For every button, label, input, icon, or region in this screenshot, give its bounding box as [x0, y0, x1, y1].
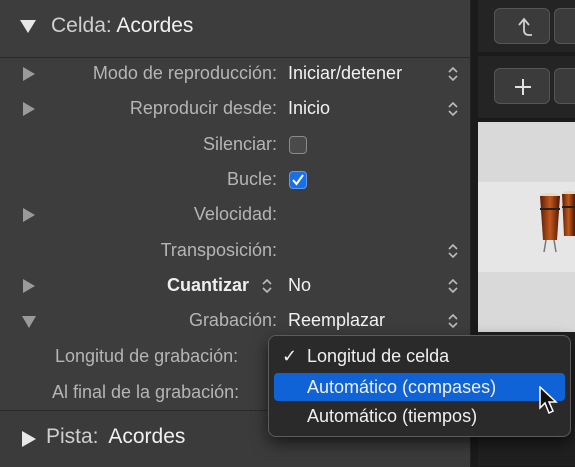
disclosure-open-icon[interactable] — [22, 316, 36, 328]
toolbar-button-partial[interactable] — [554, 68, 575, 104]
checkmark-icon — [292, 174, 304, 186]
menu-item-label: Automático (tiempos) — [307, 406, 478, 426]
row-quantize: Cuantizar No — [0, 268, 470, 303]
recording-label: Grabación: — [188, 310, 277, 330]
quantize-value[interactable]: No — [288, 275, 311, 296]
conga-drums-icon — [540, 191, 575, 253]
disclosure-closed-icon[interactable] — [22, 431, 36, 447]
disclosure-closed-icon[interactable] — [23, 279, 35, 293]
row-play-mode: Modo de reproducción: Iniciar/detener — [0, 56, 470, 91]
record-length-popup-menu: ✓ Longitud de celda Automático (compases… — [268, 335, 571, 437]
menu-item-cell-length[interactable]: ✓ Longitud de celda — [274, 342, 565, 370]
recording-value[interactable]: Reemplazar — [288, 310, 385, 331]
toolbar-row — [478, 0, 575, 52]
track-lane-row[interactable] — [478, 182, 575, 272]
up-down-chevron-icon[interactable] — [447, 100, 459, 118]
mute-label: Silenciar: — [202, 134, 277, 154]
up-down-chevron-icon[interactable] — [447, 242, 459, 260]
toolbar-button-partial[interactable] — [554, 8, 575, 44]
disclosure-open-icon[interactable] — [20, 20, 36, 34]
toolbar-row-2 — [478, 56, 575, 118]
play-mode-label: Modo de reproducción: — [92, 63, 277, 83]
row-transpose: Transposición: — [0, 233, 470, 268]
plus-icon — [515, 79, 531, 95]
track-title-name: Acordes — [108, 425, 186, 448]
quantize-label[interactable]: Cuantizar — [167, 275, 249, 296]
cell-title-name: Acordes — [116, 14, 194, 37]
disclosure-closed-icon[interactable] — [23, 102, 35, 116]
record-length-label: Longitud de grabación: — [55, 346, 239, 366]
return-button[interactable] — [494, 8, 550, 44]
row-mute: Silenciar: — [0, 127, 470, 162]
up-down-chevron-icon[interactable] — [261, 277, 273, 295]
row-speed: Velocidad: — [0, 197, 470, 232]
add-button[interactable] — [494, 68, 550, 104]
return-arrow-icon — [518, 17, 532, 36]
checkmark-icon: ✓ — [282, 346, 298, 366]
row-recording: Grabación: Reemplazar — [0, 303, 470, 338]
menu-item-auto-beats[interactable]: Automático (tiempos) — [274, 402, 565, 430]
end-of-recording-label: Al final de la grabación: — [52, 382, 240, 402]
cell-section-header[interactable]: Celda: Acordes — [0, 0, 470, 58]
up-down-chevron-icon[interactable] — [447, 312, 459, 330]
play-from-value[interactable]: Inicio — [288, 98, 330, 119]
speed-label: Velocidad: — [193, 204, 277, 224]
up-down-chevron-icon[interactable] — [447, 277, 459, 295]
cell-title-label: Celda: — [51, 14, 112, 37]
loop-label: Bucle: — [226, 169, 277, 189]
play-mode-value[interactable]: Iniciar/detener — [288, 63, 402, 84]
track-title-label: Pista: — [46, 425, 99, 448]
disclosure-closed-icon[interactable] — [23, 208, 35, 222]
row-loop: Bucle: — [0, 162, 470, 197]
mute-checkbox[interactable] — [289, 136, 307, 154]
menu-item-label: Longitud de celda — [307, 346, 450, 366]
transpose-label: Transposición: — [160, 240, 277, 260]
mouse-pointer-icon — [539, 386, 558, 415]
loop-checkbox[interactable] — [289, 171, 307, 189]
menu-item-label: Automático (compases) — [307, 377, 497, 397]
cell-title: Celda: Acordes — [51, 14, 193, 38]
menu-item-auto-bars[interactable]: Automático (compases) — [274, 373, 565, 401]
disclosure-closed-icon[interactable] — [23, 67, 35, 81]
up-down-chevron-icon[interactable] — [447, 65, 459, 83]
play-from-label: Reproducir desde: — [129, 98, 277, 118]
row-play-from: Reproducir desde: Inicio — [0, 91, 470, 126]
track-title: Pista: Acordes — [46, 425, 185, 449]
